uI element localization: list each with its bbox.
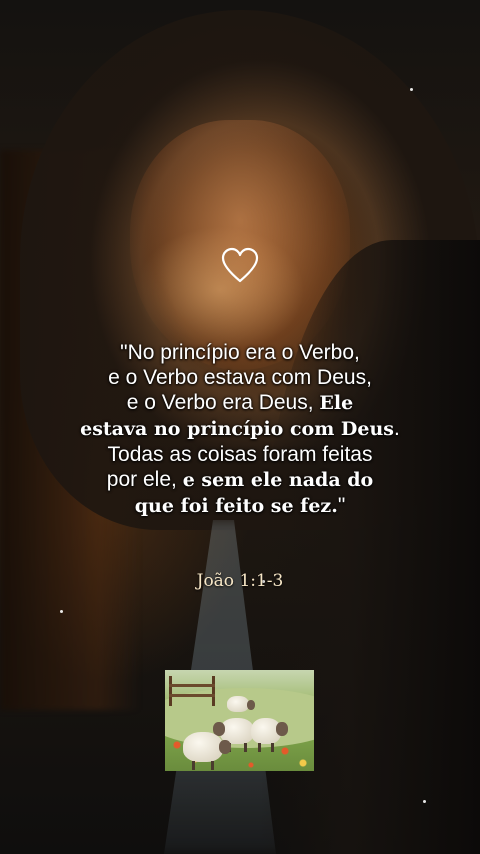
sheep-leg: [192, 761, 195, 770]
sheep: [227, 696, 255, 712]
verse-text: e o Verbo era Deus,: [126, 391, 320, 414]
wooden-fence: [169, 676, 215, 706]
verse-line: e o Verbo estava com Deus,: [108, 366, 372, 389]
sheep-leg: [258, 743, 261, 752]
verse-line: por ele, e sem ele nada do: [40, 467, 440, 493]
verse-text: ": [337, 494, 346, 517]
verse-line: estava no princípio com Deus.: [40, 416, 440, 442]
sheep-leg: [244, 743, 247, 752]
verse-text: por ele,: [106, 468, 183, 491]
bible-verse-text: "No princípio era o Verbo, e o Verbo est…: [40, 340, 440, 519]
verse-line: Todas as coisas foram feitas: [107, 443, 373, 466]
verse-emphasis: e sem ele nada do: [182, 469, 374, 491]
verse-emphasis: Ele: [319, 392, 354, 414]
sheep-head: [219, 740, 231, 754]
sheep-leg: [211, 761, 214, 770]
sparkle: [410, 88, 413, 91]
heart-outline-icon[interactable]: [220, 246, 260, 286]
sheep: [183, 732, 231, 770]
sheep-leg: [271, 743, 274, 752]
sheep-head: [247, 700, 255, 710]
sparkle: [60, 610, 63, 613]
verse-line: que foi feito se fez.": [40, 493, 440, 519]
verse-line: "No princípio era o Verbo,: [120, 341, 360, 364]
sheep-illustration: [165, 670, 314, 771]
sheep: [251, 718, 288, 752]
verse-emphasis: que foi feito se fez.: [134, 495, 338, 517]
verse-line: e o Verbo era Deus, Ele: [40, 390, 440, 416]
verse-text: .: [394, 417, 400, 440]
sheep-head: [276, 722, 288, 736]
verse-emphasis: estava no princípio com Deus: [80, 418, 395, 440]
verse-reference: João 1:1-3: [196, 571, 284, 591]
sparkle: [423, 800, 426, 803]
